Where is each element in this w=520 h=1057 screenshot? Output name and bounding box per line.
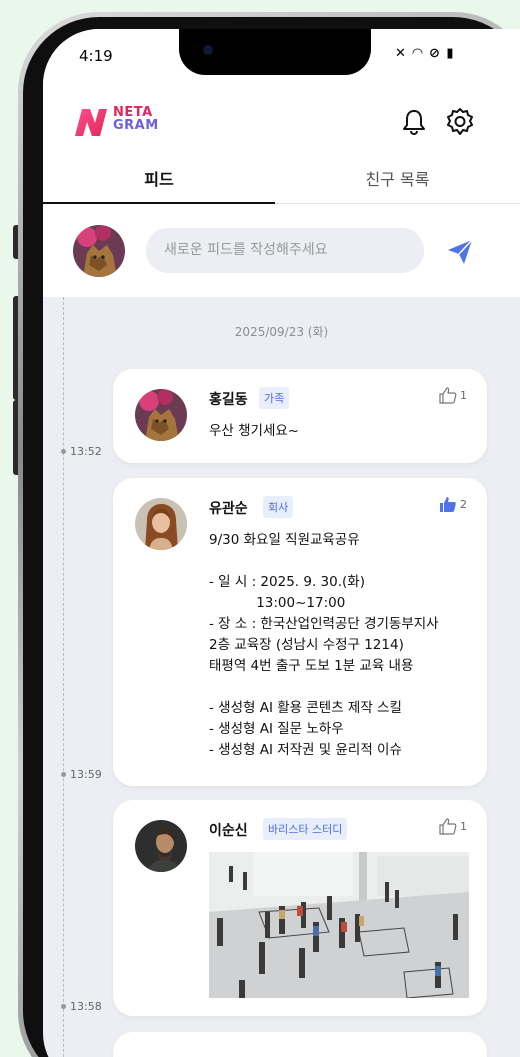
like-button[interactable]: 1 <box>439 818 467 835</box>
timeline-dot <box>61 772 66 777</box>
author-name: 홍길동 <box>209 392 248 408</box>
post-time: 13:58 <box>70 1000 102 1013</box>
group-tag: 바리스타 스터디 <box>263 818 348 840</box>
group-tag: 회사 <box>263 496 294 518</box>
post-text: 9/30 화요일 직원교육공유 - 일 시 : 2025. 9. 30.(화) … <box>209 532 439 758</box>
timeline-dot <box>61 449 66 454</box>
tab-feed[interactable]: 피드 <box>43 159 275 204</box>
settings-button[interactable] <box>443 105 477 139</box>
camera-icon <box>203 45 213 55</box>
post-time: 13:52 <box>70 445 102 458</box>
author-name: 이순신 <box>209 823 248 839</box>
author-avatar[interactable] <box>135 389 187 441</box>
logo-wordmark: NETA GRAM <box>113 106 159 132</box>
group-tag: 가족 <box>259 387 290 409</box>
man-photo-icon <box>135 820 187 872</box>
like-button[interactable]: 1 <box>439 387 467 404</box>
tab-friends[interactable]: 친구 목록 <box>275 159 520 204</box>
my-avatar[interactable] <box>73 225 125 277</box>
feed-card[interactable] <box>113 1032 487 1057</box>
cat-photo-icon <box>73 225 125 277</box>
woman-photo-icon <box>135 498 187 550</box>
logo-mark-icon <box>75 109 107 136</box>
like-count: 2 <box>460 498 467 511</box>
screen: 4:19 ✕ ◠ ⊘ ▮ NETA GRAM 피드 친구 목록 새로운 피드를 … <box>43 29 520 1057</box>
camera-notch <box>179 29 371 75</box>
logo-line2: GRAM <box>113 118 159 133</box>
feed-date: 2025/09/23 (화) <box>234 325 329 339</box>
post-text: 우산 챙기세요~ <box>209 423 300 439</box>
like-button[interactable]: 2 <box>439 496 467 513</box>
author-avatar[interactable] <box>135 498 187 550</box>
dnd-icon: ⊘ <box>428 46 441 61</box>
send-icon[interactable] <box>445 237 475 267</box>
like-count: 1 <box>460 389 467 402</box>
like-count: 1 <box>460 820 467 833</box>
thumbs-up-outline-icon <box>439 818 457 835</box>
battery-icon: ▮ <box>446 46 455 61</box>
cat-photo-icon <box>135 389 187 441</box>
thumbs-up-filled-icon <box>440 497 456 512</box>
app-logo: NETA GRAM <box>73 104 159 140</box>
feed-list[interactable]: 2025/09/23 (화) 홍길동 가족 1 우산 챙기세요~ 13:52 유… <box>43 297 520 1057</box>
post-time: 13:59 <box>70 768 102 781</box>
timeline-line <box>63 297 64 1057</box>
mute-icon: ✕ <box>395 46 407 61</box>
author-name: 유관순 <box>209 501 248 517</box>
post-image[interactable] <box>209 852 469 998</box>
status-time: 4:19 <box>79 47 113 65</box>
feed-card[interactable]: 이순신 바리스타 스터디 1 <box>113 800 487 1016</box>
tab-bar: 피드 친구 목록 <box>43 159 520 204</box>
gallery-photo-icon <box>209 852 469 998</box>
composer: 새로운 피드를 작성해주세요 <box>43 205 520 297</box>
bell-icon <box>403 110 425 136</box>
feed-card[interactable]: 홍길동 가족 1 우산 챙기세요~ <box>113 369 487 463</box>
wifi-icon: ◠ <box>412 46 424 61</box>
author-avatar[interactable] <box>135 820 187 872</box>
gear-icon <box>447 108 473 135</box>
new-feed-input[interactable]: 새로운 피드를 작성해주세요 <box>146 228 424 273</box>
status-icons: ✕ ◠ ⊘ ▮ <box>395 46 455 61</box>
notification-button[interactable] <box>397 105 431 139</box>
feed-card[interactable]: 유관순 회사 2 9/30 화요일 직원교육공유 - 일 시 : 2025. 9… <box>113 478 487 786</box>
thumbs-up-outline-icon <box>439 387 457 404</box>
timeline-dot <box>61 1004 66 1009</box>
